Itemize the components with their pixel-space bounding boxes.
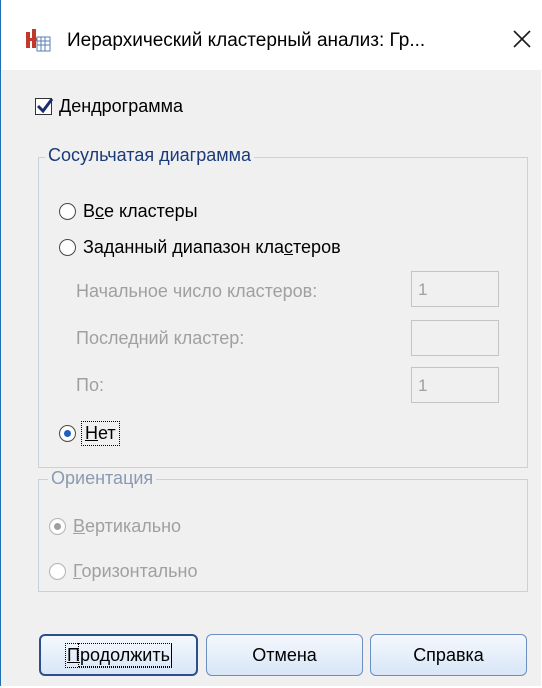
all-clusters-label: Все кластеры [83,200,198,221]
window-title: Иерархический кластерный анализ: Гр... [67,30,426,51]
dendrogram-label: Дендрограмма [59,95,184,116]
dendrogram-checkbox-row[interactable]: Дендрограмма [35,94,183,118]
vertical-radio[interactable] [49,517,66,535]
cluster-range-label: Заданный диапазон кластеров [83,236,341,257]
help-button[interactable]: Справка [370,634,527,676]
last-cluster-input[interactable] [411,320,499,356]
horizontal-label: Горизонтально [73,560,198,581]
cancel-button[interactable]: Отмена [206,634,363,676]
icicle-group-legend: Сосульчатая диаграмма [45,145,255,166]
vertical-label: Вертикально [73,515,182,536]
by-label: По: [76,375,104,395]
checkmark-icon [36,97,54,113]
start-clusters-input[interactable]: 1 [411,271,499,307]
radio-all-clusters[interactable]: Все кластеры [59,198,198,224]
all-clusters-radio[interactable] [59,202,76,220]
cluster-range-radio[interactable] [59,238,76,256]
close-button[interactable] [507,24,537,54]
start-clusters-label: Начальное число кластеров: [76,281,318,301]
none-radio[interactable] [59,424,76,442]
continue-button[interactable]: Продолжить [39,634,198,676]
radio-cluster-range[interactable]: Заданный диапазон кластеров [59,234,341,260]
last-cluster-label: Последний кластер: [76,328,245,348]
spss-app-icon [25,28,51,52]
dendrogram-checkbox[interactable] [35,97,54,115]
title-bar[interactable]: Иерархический кластерный анализ: Гр... [1,0,541,70]
radio-vertical[interactable]: Вертикально [49,513,181,539]
close-icon [513,30,531,48]
continue-label: Продолжить [65,642,172,668]
help-label: Справка [413,644,484,665]
orientation-group-legend: Ориентация [48,468,157,489]
by-input[interactable]: 1 [411,367,499,403]
dialog-window: Иерархический кластерный анализ: Гр... Д… [0,0,541,686]
none-label: Нет [81,420,120,446]
cancel-label: Отмена [252,644,317,665]
radio-none[interactable]: Нет [59,420,120,446]
radio-horizontal[interactable]: Горизонтально [49,558,198,584]
horizontal-radio[interactable] [49,562,66,580]
